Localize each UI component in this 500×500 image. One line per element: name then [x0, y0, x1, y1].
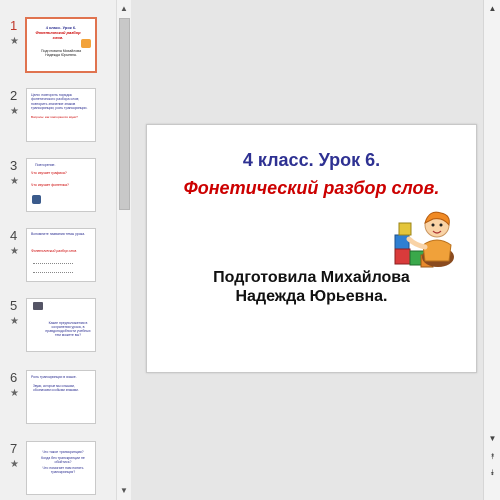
animation-star-icon: ★	[10, 388, 19, 399]
scroll-down-icon[interactable]: ▼	[486, 432, 499, 445]
clipart-mini	[33, 302, 43, 310]
thumb-text: Когда без транскрипции не обойтись?	[41, 456, 85, 464]
thumb-text: Цели: повторить порядок фонетического ра…	[31, 93, 80, 101]
slide-thumbnail-7[interactable]: Что такое транскрипция? Когда без транск…	[26, 441, 96, 495]
thumb-text: Что изучает графика?	[31, 171, 67, 175]
animation-star-icon: ★	[10, 36, 19, 47]
slide-number: 1	[10, 18, 18, 33]
child-with-blocks-clipart[interactable]	[393, 205, 461, 273]
slide-thumbnail-6[interactable]: Роль транскрипции в языке. Звуки, которы…	[26, 370, 96, 424]
clipart-mini	[32, 195, 41, 204]
thumb-text: повторить значение знаков транскрипции; …	[31, 102, 88, 110]
slide-thumbnail-pane: 1 ★ 4 класс. Урок 6. Фонетический разбор…	[0, 0, 116, 500]
animation-star-icon: ★	[10, 246, 19, 257]
thumb-text: Фонетический разбор слов.	[31, 249, 78, 253]
scrollbar-thumb[interactable]	[119, 18, 130, 210]
thumb-decoration	[33, 263, 73, 273]
animation-star-icon: ★	[10, 316, 19, 327]
thumb-text: Вопросы: как повторяются звуки?	[31, 115, 78, 119]
thumbnail-scrollbar[interactable]: ▲ ▼	[116, 0, 131, 500]
slide-title-line1[interactable]: 4 класс. Урок 6.	[147, 150, 476, 171]
scroll-down-icon[interactable]: ▼	[117, 484, 131, 498]
slide-number: 3	[10, 158, 18, 173]
slide-number: 7	[10, 441, 18, 456]
current-slide[interactable]: 4 класс. Урок 6. Фонетический разбор сло…	[146, 124, 477, 373]
thumb-text: Вспомните названия темы урока.	[31, 232, 86, 236]
thumb-text: Какие предположения в сохранении урока, …	[45, 321, 91, 337]
previous-slide-icon[interactable]: ⯭	[486, 450, 499, 463]
slide-number: 6	[10, 370, 18, 385]
scroll-up-icon[interactable]: ▲	[486, 2, 499, 15]
slide-number: 4	[10, 228, 18, 243]
slide-number: 5	[10, 298, 18, 313]
slide-scrollbar[interactable]: ▲ ▼ ⯭ ⯯	[483, 0, 500, 500]
thumb-text: Роль транскрипции в языке.	[31, 375, 77, 379]
thumb-text: Что помогает нам понять транскрипция?	[42, 466, 84, 474]
animation-star-icon: ★	[10, 106, 19, 117]
thumb-text: Подготовила Михайлова Надежда Юрьевна.	[40, 49, 82, 57]
slide-thumbnail-4[interactable]: Вспомните названия темы урока. Фонетичес…	[26, 228, 96, 282]
thumb-text: Фонетический разбор слов.	[35, 30, 81, 40]
animation-star-icon: ★	[10, 176, 19, 187]
thumb-text: Звуки, которые мы слышим, обозначаем осо…	[33, 384, 79, 392]
thumb-text: Что такое транскрипция?	[42, 450, 84, 454]
slide-thumbnail-3[interactable]: Повторение. Что изучает графика? Что изу…	[26, 158, 96, 212]
clipart-mini	[81, 39, 91, 48]
slide-thumbnail-5[interactable]: Какие предположения в сохранении урока, …	[26, 298, 96, 352]
slide-subtitle[interactable]: Подготовила Михайлова Надежда Юрьевна.	[187, 268, 436, 306]
animation-star-icon: ★	[10, 459, 19, 470]
scroll-up-icon[interactable]: ▲	[117, 2, 131, 16]
thumb-text: Повторение.	[35, 163, 56, 167]
slide-title-line2[interactable]: Фонетический разбор слов.	[177, 176, 446, 200]
thumb-text: Что изучает фонетика?	[31, 183, 69, 187]
slide-editing-area: 4 класс. Урок 6. Фонетический разбор сло…	[131, 0, 483, 500]
slide-thumbnail-2[interactable]: Цели: повторить порядок фонетического ра…	[26, 88, 96, 142]
slide-thumbnail-1[interactable]: 4 класс. Урок 6. Фонетический разбор сло…	[25, 17, 97, 73]
slide-number: 2	[10, 88, 18, 103]
next-slide-icon[interactable]: ⯯	[486, 466, 499, 479]
